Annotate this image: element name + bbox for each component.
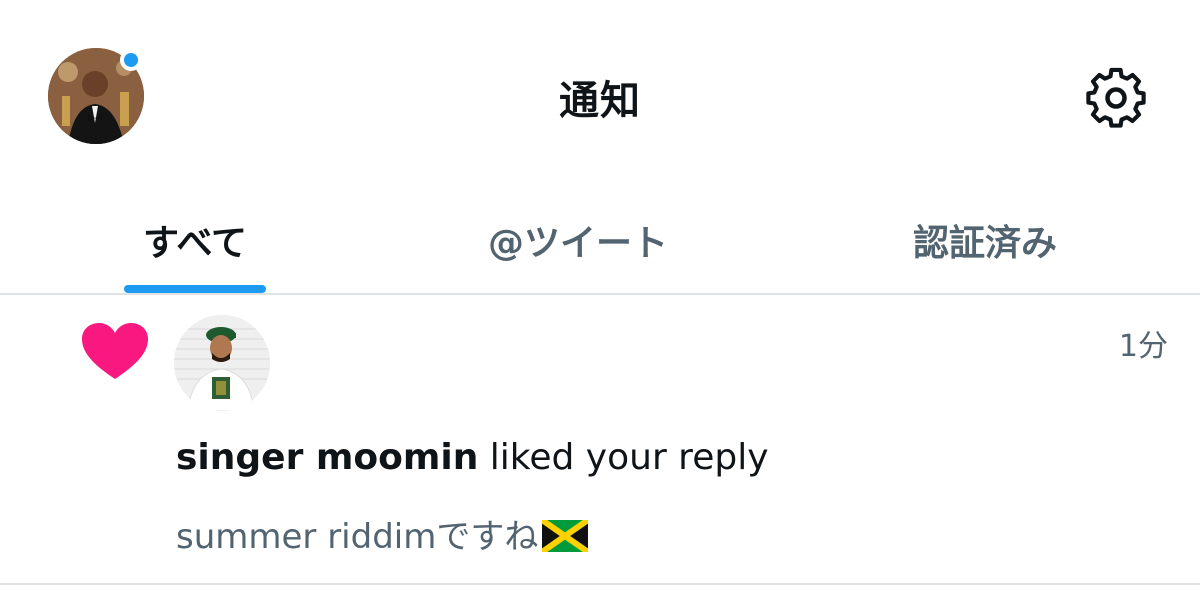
jamaica-flag-emoji xyxy=(540,517,591,561)
tab-mentions[interactable]: @ツイート xyxy=(478,200,678,280)
tab-all[interactable]: すべて xyxy=(95,200,295,280)
page-title: 通知 xyxy=(559,78,641,124)
divider xyxy=(0,583,1200,585)
tab-verified[interactable]: 認証済み xyxy=(885,200,1085,280)
notification-item[interactable]: 1分 singer moomin liked your reply summer… xyxy=(0,295,1200,583)
notification-text: singer moomin liked your reply xyxy=(176,437,769,478)
user-name-link[interactable]: singer moomin xyxy=(176,437,478,478)
reply-preview[interactable]: summer riddimですね xyxy=(176,509,591,561)
reply-text: summer riddimですね xyxy=(176,517,539,557)
heart-icon xyxy=(80,321,150,383)
action-text: liked your reply xyxy=(489,437,769,478)
active-tab-indicator xyxy=(124,285,266,293)
gear-icon[interactable] xyxy=(1084,66,1148,130)
header: 通知 xyxy=(0,0,1200,190)
tab-bar: すべて @ツイート 認証済み xyxy=(0,190,1200,294)
user-avatar[interactable] xyxy=(174,315,270,411)
timestamp: 1分 xyxy=(1118,329,1168,364)
